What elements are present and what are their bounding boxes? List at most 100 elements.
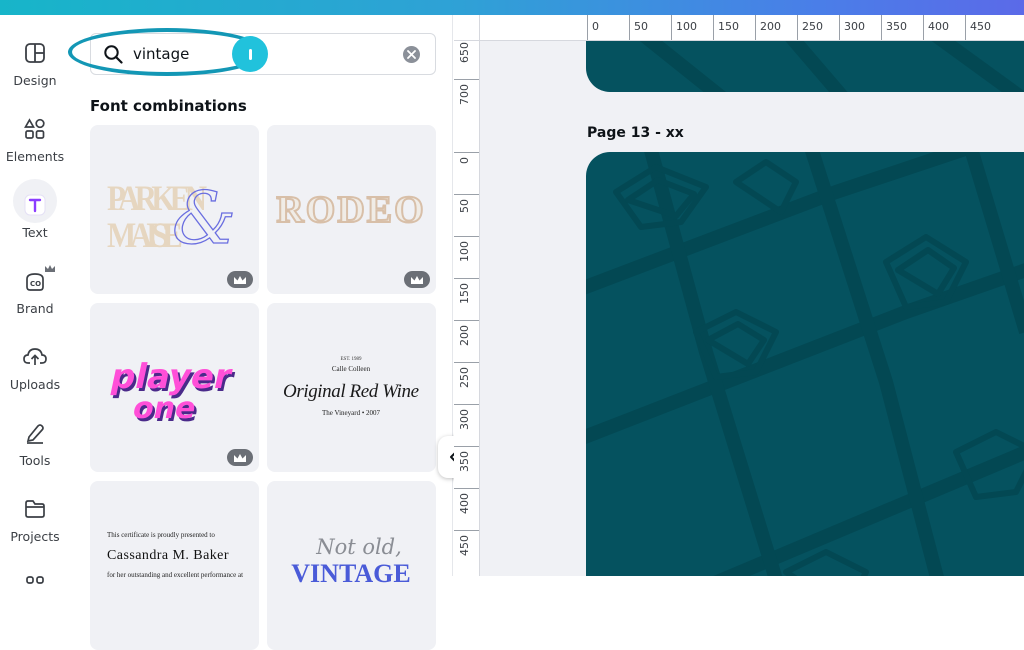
card-text-line: EST. 1989 [340, 357, 362, 362]
card-text-line: Calle Colleen [332, 365, 371, 373]
ruler-tick: 100 [671, 15, 697, 40]
top-gradient-bar [0, 0, 1024, 15]
pen-tool-icon [21, 419, 49, 447]
rail-label-projects: Projects [10, 529, 60, 544]
rail-label-text: Text [22, 225, 48, 240]
rail-label-elements: Elements [5, 149, 65, 164]
rail-item-more[interactable] [0, 571, 70, 641]
ampersand-glyph: & [172, 176, 236, 260]
text-side-panel: Font combinations PARKEN MAISE & RODEO p… [68, 15, 453, 650]
ruler-tick-label: 650 [458, 42, 471, 63]
ruler-tick-label: 400 [458, 493, 471, 514]
ruler-tick-label: 0 [592, 20, 599, 33]
ruler-tick-label: 400 [928, 20, 949, 33]
pro-crown-badge [227, 449, 253, 466]
rail-label-brand: Brand [16, 301, 54, 316]
ruler-tick-label: 250 [458, 367, 471, 388]
ruler-tick-label: 300 [844, 20, 865, 33]
vertical-ruler: 650 700 0 50 100 150 200 250 300 350 400… [454, 41, 480, 576]
ruler-tick: 0 [454, 152, 479, 194]
ruler-tick: 200 [454, 320, 479, 362]
ruler-tick-label: 150 [458, 283, 471, 304]
parken-maise-preview: PARKEN MAISE & [107, 175, 237, 260]
ruler-tick-label: 100 [676, 20, 697, 33]
rail-item-tools[interactable]: Tools [0, 419, 70, 489]
ruler-tick-label: 450 [458, 535, 471, 556]
previous-page[interactable] [586, 41, 1024, 92]
ruler-tick: 400 [923, 15, 949, 40]
font-combo-card-rodeo[interactable]: RODEO [267, 125, 436, 294]
font-combo-card-vintage[interactable]: Not old, VINTAGE [267, 481, 436, 650]
folder-icon [21, 495, 49, 523]
rail-label-uploads: Uploads [9, 377, 61, 392]
ruler-tick: 300 [454, 404, 479, 446]
ruler-tick: 50 [454, 194, 479, 236]
card-text-line: Cassandra M. Baker [107, 548, 229, 563]
card-text-line: Original Red Wine [283, 381, 419, 402]
rail-label-tools: Tools [19, 453, 51, 468]
font-combo-card-certificate[interactable]: This certificate is proudly presented to… [90, 481, 259, 650]
page-pattern [639, 41, 1024, 92]
page-title: Page 13 - xx [587, 125, 684, 141]
crown-icon [44, 261, 56, 272]
ruler-tick-label: 0 [458, 157, 471, 164]
font-combo-card-red-wine[interactable]: EST. 1989 Calle Colleen Original Red Win… [267, 303, 436, 472]
ruler-tick-label: 700 [458, 84, 471, 105]
rail-item-elements[interactable]: Elements [0, 115, 70, 185]
ruler-tick: 150 [454, 278, 479, 320]
ruler-tick: 450 [965, 15, 991, 40]
ruler-tick: 250 [797, 15, 823, 40]
rail-item-brand[interactable]: CO Brand [0, 265, 70, 337]
ruler-tick-label: 350 [458, 451, 471, 472]
ruler-tick: 0 [587, 15, 599, 40]
layout-icon [21, 39, 49, 67]
pro-crown-badge [227, 271, 253, 288]
ruler-tick-label: 50 [458, 199, 471, 213]
font-combo-card-player-one[interactable]: player player one one [90, 303, 259, 472]
card-text-line: one [130, 391, 200, 426]
ruler-tick: 150 [713, 15, 739, 40]
card-text-line: This certificate is proudly presented to [107, 531, 215, 539]
rail-item-design[interactable]: Design [0, 39, 70, 109]
ruler-tick: 450 [454, 530, 479, 572]
cloud-upload-icon [21, 343, 49, 371]
ruler-tick-label: 200 [760, 20, 781, 33]
rail-item-text[interactable]: Text [0, 179, 70, 261]
ruler-tick: 300 [839, 15, 865, 40]
ruler-tick: 250 [454, 362, 479, 404]
ruler-tick: 650 [454, 41, 479, 79]
certificate-preview: This certificate is proudly presented to… [107, 531, 243, 579]
ruler-tick-label: 250 [802, 20, 823, 33]
pro-crown-badge [404, 271, 430, 288]
card-text-line: VINTAGE [291, 559, 410, 588]
ruler-tick: 200 [755, 15, 781, 40]
ruler-tick-label: 150 [718, 20, 739, 33]
font-combo-card-parken[interactable]: PARKEN MAISE & [90, 125, 259, 294]
rail-item-projects[interactable]: Projects [0, 495, 70, 565]
ruler-tick-label: 200 [458, 325, 471, 346]
current-page[interactable] [586, 152, 1024, 576]
rail-item-uploads[interactable]: Uploads [0, 343, 70, 413]
svg-text:CO: CO [30, 280, 41, 288]
shapes-icon [21, 115, 49, 143]
ruler-tick-label: 450 [970, 20, 991, 33]
horizontal-ruler: 0 50 100 150 200 250 300 350 400 450 [480, 15, 1024, 41]
ruler-tick: 350 [881, 15, 907, 40]
card-text-line: The Vineyard • 2007 [322, 409, 381, 417]
page-pattern [586, 152, 1024, 576]
ruler-tick-label: 300 [458, 409, 471, 430]
section-title: Font combinations [90, 97, 247, 115]
rail-label-design: Design [13, 73, 57, 88]
red-wine-preview: EST. 1989 Calle Colleen Original Red Win… [283, 357, 419, 417]
design-canvas[interactable]: 0 50 100 150 200 250 300 350 400 450 650… [454, 15, 1024, 576]
ruler-corner [454, 15, 480, 41]
card-text-line: Not old, [315, 535, 402, 559]
ruler-tick: 50 [629, 15, 648, 40]
clear-search-icon[interactable] [403, 46, 420, 63]
ruler-tick: 700 [454, 79, 479, 121]
ruler-tick-label: 50 [634, 20, 648, 33]
ruler-tick-label: 350 [886, 20, 907, 33]
rodeo-preview: RODEO [275, 188, 424, 232]
side-nav-rail: Design Elements Text CO Brand Uploads To… [0, 15, 70, 584]
text-t-icon [21, 191, 49, 219]
